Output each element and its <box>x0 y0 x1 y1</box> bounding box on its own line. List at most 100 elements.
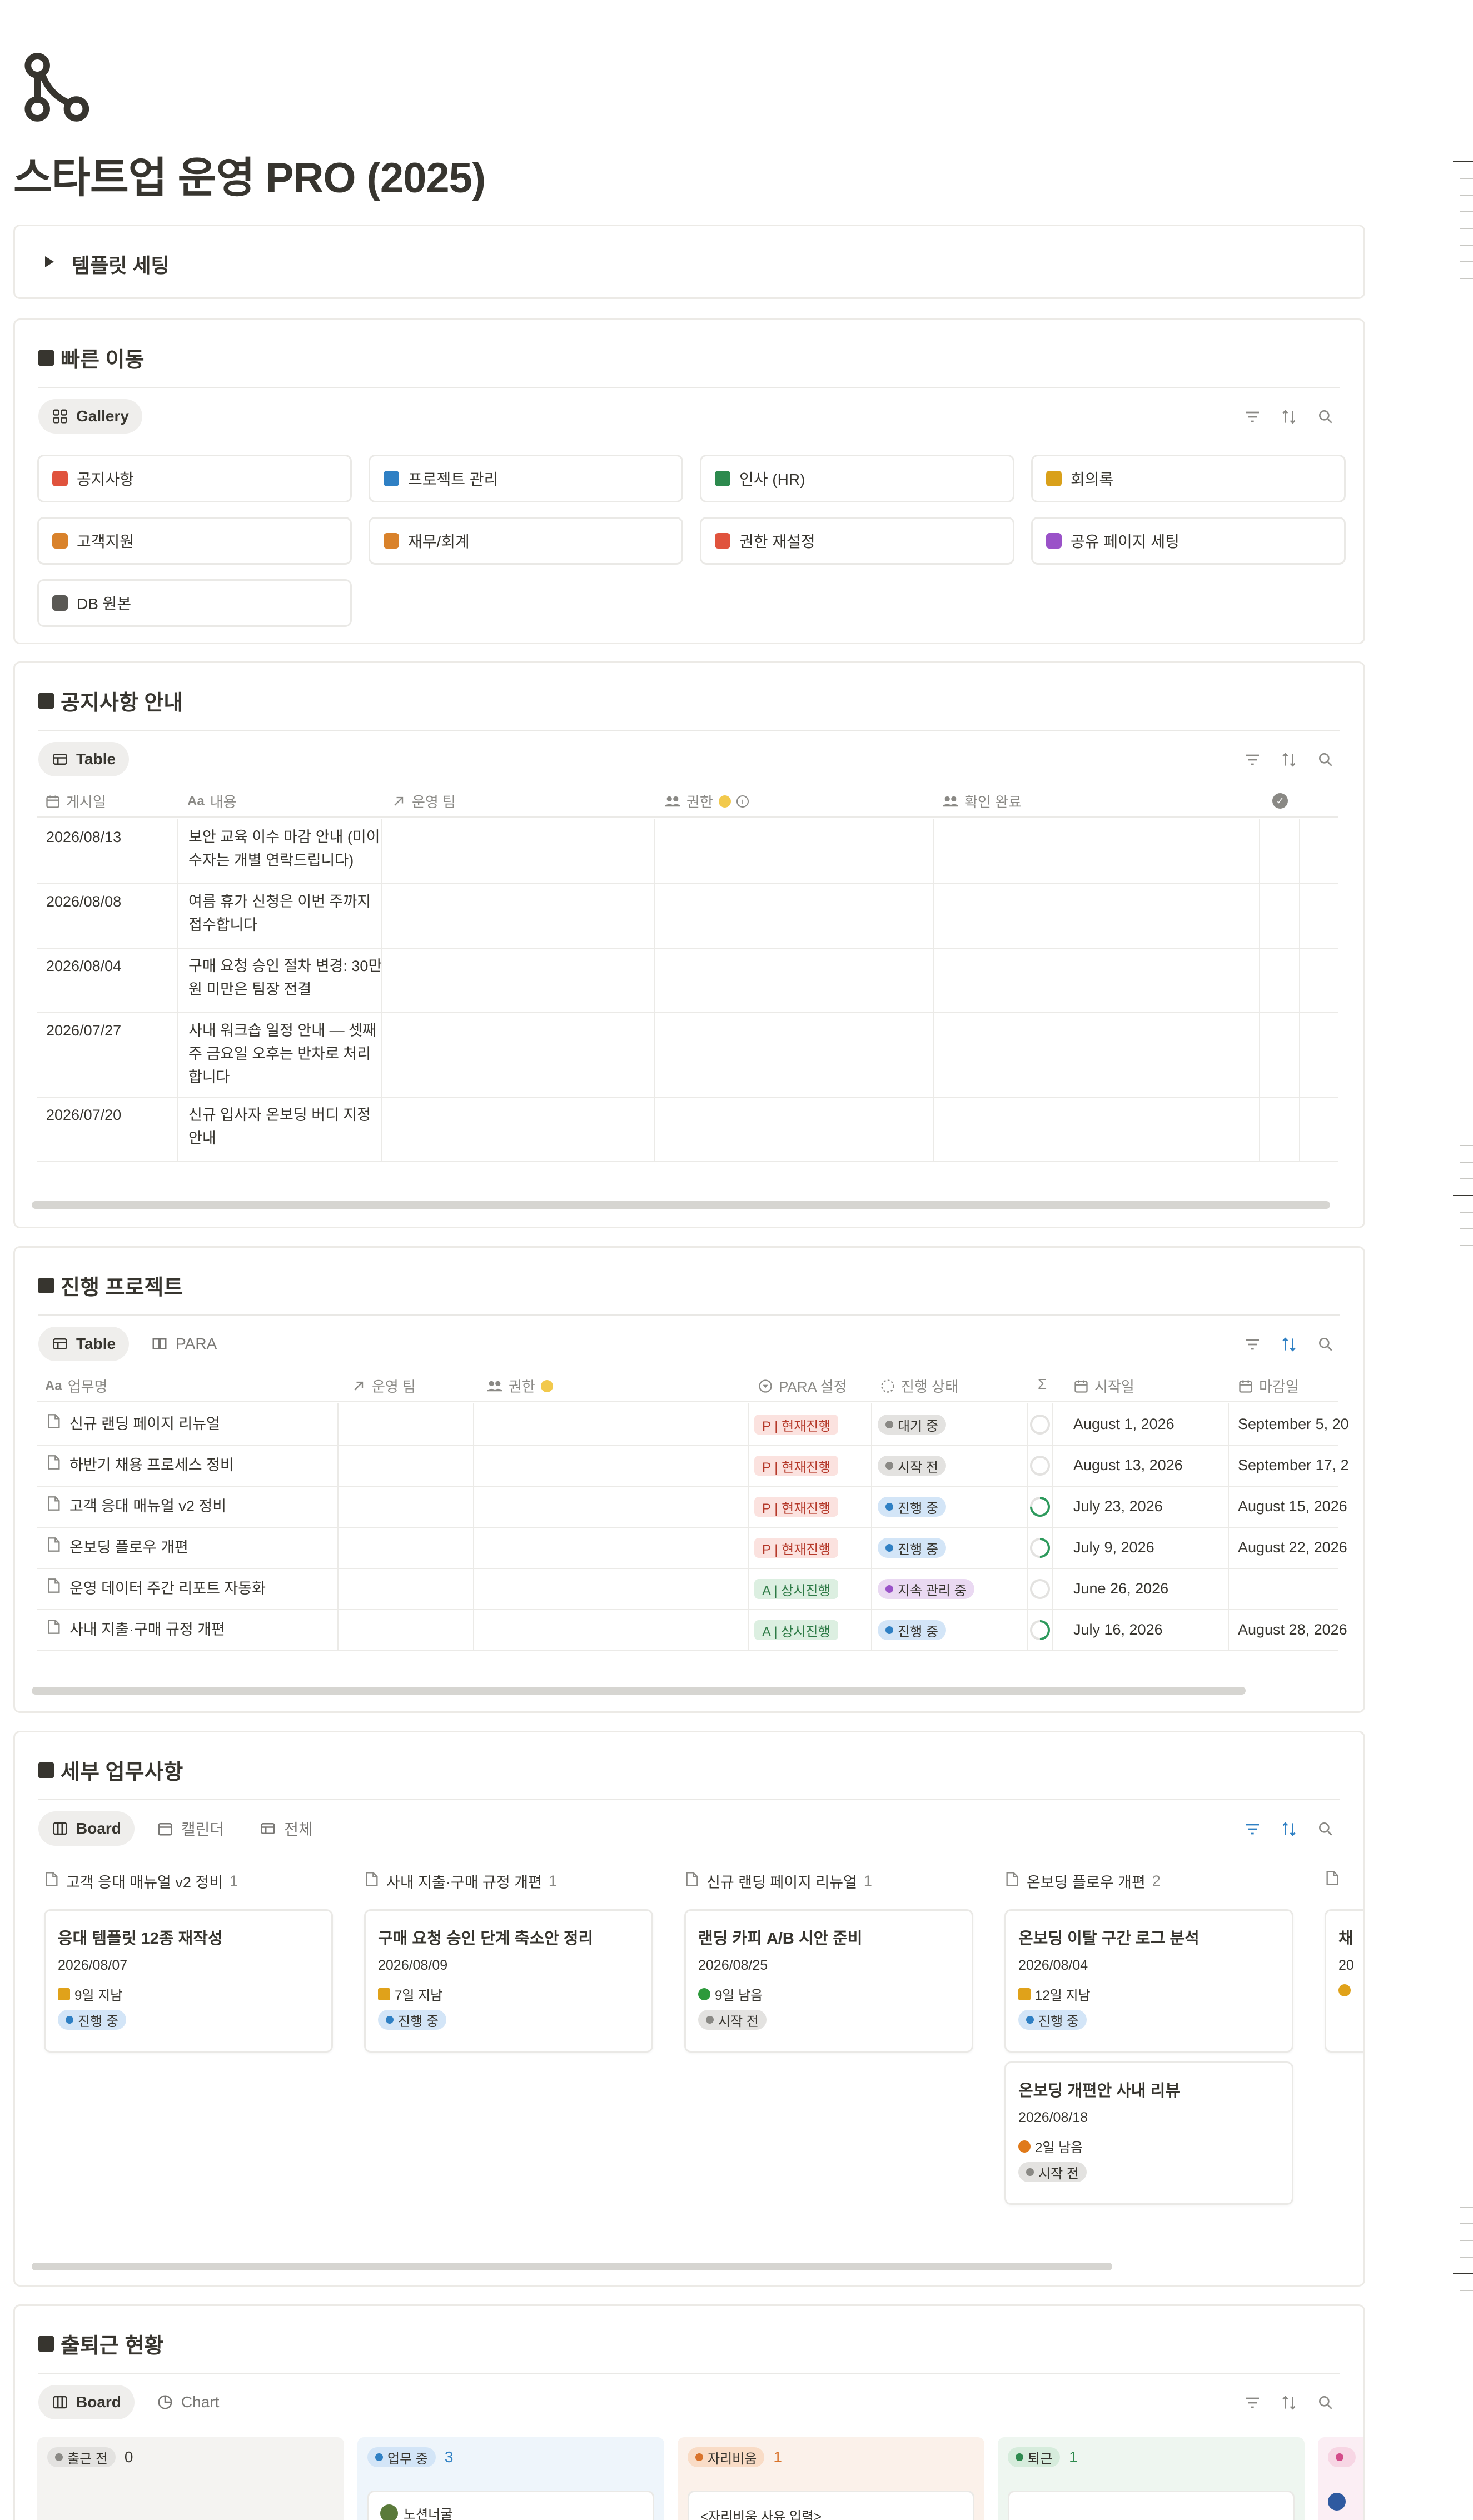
board-column-header[interactable]: 신규 랜딩 페이지 리뉴얼 1 <box>684 1870 872 1892</box>
filter-icon[interactable] <box>1243 1336 1261 1353</box>
status-group-header[interactable]: 출근 전 0 <box>47 2447 133 2467</box>
filter-icon[interactable] <box>1243 751 1261 769</box>
sort-icon[interactable] <box>1280 408 1298 426</box>
view-tab-gallery[interactable]: Gallery <box>38 399 142 434</box>
info-icon[interactable]: i <box>736 795 749 808</box>
column-header-name[interactable]: Aa 업무명 <box>45 1376 107 1396</box>
quick-link-card[interactable]: 프로젝트 관리 <box>369 455 683 502</box>
attendance-card[interactable] <box>1008 2491 1295 2520</box>
project-name[interactable]: 고객 응대 매뉴얼 v2 정비 <box>46 1495 226 1518</box>
status-tag[interactable]: 지속 관리 중 <box>878 1579 974 1599</box>
task-card[interactable]: 채 20 <box>1325 1909 1363 2053</box>
attendance-card[interactable]: 노션너굴 <box>367 2491 654 2520</box>
quick-link-card[interactable]: 권한 재설정 <box>700 517 1014 565</box>
search-icon[interactable] <box>1317 751 1335 769</box>
view-tab-chart[interactable]: Chart <box>143 2385 232 2419</box>
task-card[interactable]: 응대 템플릿 12종 재작성 2026/08/07 9일 지남 진행 중 <box>44 1909 333 2053</box>
quick-link-card[interactable]: 재무/회계 <box>369 517 683 565</box>
para-tag[interactable]: P | 현재진행 <box>754 1456 839 1476</box>
search-icon[interactable] <box>1317 408 1335 426</box>
sort-icon[interactable] <box>1280 2394 1298 2412</box>
horizontal-scrollbar[interactable] <box>32 2263 1112 2270</box>
quick-link-card[interactable]: 회의록 <box>1031 455 1346 502</box>
view-tab-all[interactable]: 전체 <box>246 1811 326 1846</box>
column-header-date[interactable]: 게시일 <box>45 791 106 811</box>
column-header-end[interactable]: 마감일 <box>1238 1376 1299 1396</box>
notice-content[interactable]: 구매 요청 승인 절차 변경: 30만원 미만은 팀장 전결 <box>188 954 383 1001</box>
sort-icon[interactable] <box>1280 1336 1298 1353</box>
column-header-rollup[interactable]: Σ <box>1038 1376 1047 1393</box>
view-tab-table[interactable]: Table <box>38 1327 130 1361</box>
board-column-header[interactable]: 사내 지출·구매 규정 개편 1 <box>364 1870 557 1892</box>
row-divider <box>37 1609 1338 1610</box>
notice-content[interactable]: 여름 휴가 신청은 이번 주까지 접수합니다 <box>188 890 383 937</box>
status-tag[interactable]: 진행 중 <box>878 1497 946 1517</box>
project-name[interactable]: 운영 데이터 주간 리포트 자동화 <box>46 1577 266 1600</box>
project-name[interactable]: 하반기 채용 프로세스 정비 <box>46 1453 234 1477</box>
column-header-content[interactable]: Aa 내용 <box>187 791 237 811</box>
toggle-triangle-icon[interactable] <box>45 256 54 267</box>
status-group-header[interactable]: 업무 중 3 <box>367 2447 454 2467</box>
board-column-header[interactable]: 고객 응대 매뉴얼 v2 정비 1 <box>44 1870 238 1892</box>
column-header-permission[interactable]: 권한 i <box>664 791 749 811</box>
check-circle-icon[interactable]: ✓ <box>1272 793 1288 809</box>
column-header-team[interactable]: 운영 팀 <box>351 1376 416 1396</box>
column-header-para[interactable]: PARA 설정 <box>758 1376 847 1396</box>
project-name[interactable]: 온보딩 플로우 개편 <box>46 1536 188 1559</box>
status-tag[interactable]: 시작 전 <box>878 1456 946 1476</box>
filter-icon[interactable] <box>1243 1820 1261 1838</box>
sort-icon[interactable] <box>1280 751 1298 769</box>
attendance-card[interactable]: <자리비움 사유 입력> <box>688 2491 974 2520</box>
para-tag[interactable]: P | 현재진행 <box>754 1538 839 1558</box>
search-icon[interactable] <box>1317 1336 1335 1353</box>
para-tag[interactable]: A | 상시진행 <box>754 1579 838 1599</box>
status-group-header[interactable]: 퇴근 1 <box>1008 2447 1078 2467</box>
view-tab-board[interactable]: Board <box>38 2385 135 2419</box>
task-date: 2026/08/18 <box>1018 2110 1088 2125</box>
quick-link-card[interactable]: 고객지원 <box>37 517 352 565</box>
sort-icon[interactable] <box>1280 1820 1298 1838</box>
column-header-start[interactable]: 시작일 <box>1073 1376 1134 1396</box>
status-group-header[interactable]: 자리비움 1 <box>688 2447 782 2467</box>
task-card[interactable]: 온보딩 개편안 사내 리뷰 2026/08/18 2일 남음 시작 전 <box>1004 2061 1293 2205</box>
quick-link-card[interactable]: 공지사항 <box>37 455 352 502</box>
search-icon[interactable] <box>1317 2394 1335 2412</box>
column-header-status[interactable]: 진행 상태 <box>880 1376 958 1396</box>
project-name[interactable]: 신규 랜딩 페이지 리뉴얼 <box>46 1412 220 1436</box>
filter-icon[interactable] <box>1243 408 1261 426</box>
para-tag[interactable]: A | 상시진행 <box>754 1620 838 1640</box>
column-header-team[interactable]: 운영 팀 <box>391 791 456 811</box>
board-column-header[interactable]: 온보딩 플로우 개편 2 <box>1004 1870 1161 1892</box>
quick-link-card[interactable]: 공유 페이지 세팅 <box>1031 517 1346 565</box>
outline-markers[interactable] <box>1440 161 1473 2384</box>
quick-link-card[interactable]: DB 원본 <box>37 579 352 627</box>
task-card[interactable]: 구매 요청 승인 단계 축소안 정리 2026/08/09 7일 지남 진행 중 <box>364 1909 653 2053</box>
page-icon <box>364 1871 380 1891</box>
notice-content[interactable]: 신규 입사자 온보딩 버디 지정 안내 <box>188 1103 383 1150</box>
para-tag[interactable]: P | 현재진행 <box>754 1415 839 1435</box>
status-tag[interactable]: 진행 중 <box>878 1538 946 1558</box>
status-tag[interactable]: 진행 중 <box>878 1620 946 1640</box>
template-settings-toggle[interactable]: 템플릿 세팅 <box>13 225 1365 299</box>
view-tab-board[interactable]: Board <box>38 1811 135 1846</box>
notice-content[interactable]: 보안 교육 이수 마감 안내 (미이수자는 개별 연락드립니다) <box>188 825 383 872</box>
board-column-header[interactable] <box>1325 1870 1353 1890</box>
column-header-permission[interactable]: 권한 <box>486 1376 553 1396</box>
quick-link-card[interactable]: 인사 (HR) <box>700 455 1014 502</box>
status-tag[interactable]: 대기 중 <box>878 1415 946 1435</box>
horizontal-scrollbar[interactable] <box>32 1201 1330 1209</box>
horizontal-scrollbar[interactable] <box>32 1687 1246 1695</box>
project-name[interactable]: 사내 지출·구매 규정 개편 <box>46 1618 225 1641</box>
notice-content[interactable]: 사내 워크숍 일정 안내 — 셋째 주 금요일 오후는 반차로 처리합니다 <box>188 1019 383 1089</box>
start-date: July 23, 2026 <box>1073 1498 1163 1515</box>
task-card[interactable]: 랜딩 카피 A/B 시안 준비 2026/08/25 9일 남음 시작 전 <box>684 1909 973 2053</box>
search-icon[interactable] <box>1317 1820 1335 1838</box>
view-tab-table[interactable]: Table <box>38 742 130 776</box>
filter-icon[interactable] <box>1243 2394 1261 2412</box>
task-card[interactable]: 온보딩 이탈 구간 로그 분석 2026/08/04 12일 지남 진행 중 <box>1004 1909 1293 2053</box>
para-tag[interactable]: P | 현재진행 <box>754 1497 839 1517</box>
view-tab-calendar[interactable]: 캘린더 <box>143 1811 237 1846</box>
column-header-confirmed[interactable]: 확인 완료 <box>942 791 1022 811</box>
view-tab-para[interactable]: PARA <box>138 1327 230 1361</box>
status-group-header[interactable] <box>1328 2447 1363 2467</box>
